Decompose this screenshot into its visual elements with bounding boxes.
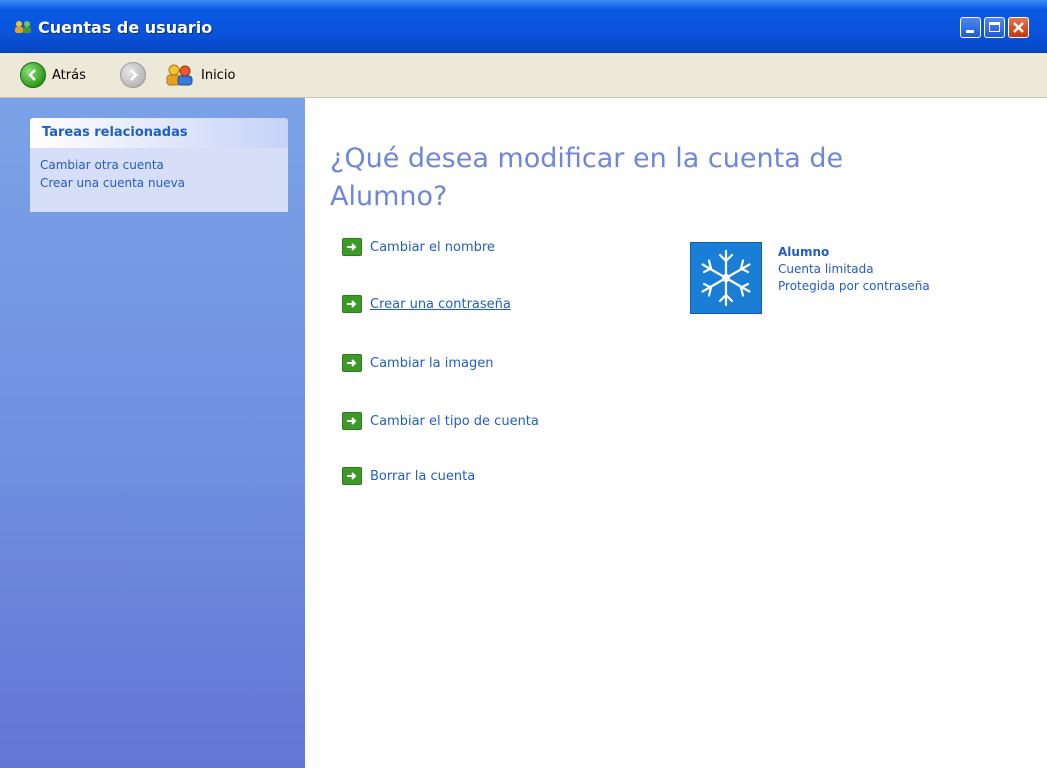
- snowflake-icon: [701, 249, 751, 307]
- green-arrow-icon: [342, 412, 362, 430]
- home-label: Inicio: [201, 67, 236, 83]
- window-title: Cuentas de usuario: [38, 18, 213, 37]
- user-accounts-icon: [15, 21, 31, 33]
- account-picture: [690, 242, 762, 314]
- change-account-type-action[interactable]: Cambiar el tipo de cuenta: [342, 410, 539, 432]
- account-status: Protegida por contraseña: [778, 279, 930, 293]
- action-label: Crear una contraseña: [370, 296, 511, 312]
- green-arrow-icon: [342, 295, 362, 313]
- account-name: Alumno: [778, 245, 830, 259]
- create-new-account-link[interactable]: Crear una cuenta nueva: [30, 174, 288, 192]
- task-sidebar: Tareas relacionadas Cambiar otra cuenta …: [0, 98, 305, 768]
- green-arrow-icon: [342, 238, 362, 256]
- green-arrow-icon: [342, 467, 362, 485]
- account-info: Alumno Cuenta limitada Protegida por con…: [778, 244, 930, 295]
- change-name-action[interactable]: Cambiar el nombre: [342, 236, 495, 258]
- user-accounts-home-icon: [166, 64, 193, 86]
- minimize-icon: [966, 30, 974, 33]
- toolbar: Atrás Inicio: [0, 53, 1047, 98]
- back-label: Atrás: [52, 67, 86, 83]
- related-tasks-heading: Tareas relacionadas: [30, 118, 288, 148]
- create-password-action[interactable]: Crear una contraseña: [342, 293, 511, 315]
- maximize-button[interactable]: [984, 17, 1005, 38]
- close-icon: [1013, 22, 1024, 33]
- close-button[interactable]: [1008, 17, 1029, 38]
- account-type: Cuenta limitada: [778, 262, 874, 276]
- maximize-icon: [989, 22, 1000, 32]
- action-label: Cambiar el nombre: [370, 239, 495, 255]
- home-button[interactable]: Inicio: [165, 53, 235, 97]
- change-other-account-link[interactable]: Cambiar otra cuenta: [30, 156, 288, 174]
- related-tasks-panel: Tareas relacionadas Cambiar otra cuenta …: [30, 118, 288, 212]
- action-label: Borrar la cuenta: [370, 468, 476, 484]
- green-arrow-icon: [342, 354, 362, 372]
- back-arrow-icon: [20, 62, 46, 88]
- action-label: Cambiar la imagen: [370, 355, 494, 371]
- forward-arrow-icon: [120, 62, 146, 88]
- change-picture-action[interactable]: Cambiar la imagen: [342, 352, 493, 374]
- action-label: Cambiar el tipo de cuenta: [370, 413, 539, 429]
- minimize-button[interactable]: [960, 17, 981, 38]
- back-button[interactable]: Atrás: [20, 53, 86, 97]
- page-title: ¿Qué desea modificar en la cuenta de Alu…: [330, 143, 844, 212]
- title-bar: Cuentas de usuario: [0, 0, 1047, 53]
- forward-button[interactable]: [120, 53, 146, 97]
- delete-account-action[interactable]: Borrar la cuenta: [342, 465, 475, 487]
